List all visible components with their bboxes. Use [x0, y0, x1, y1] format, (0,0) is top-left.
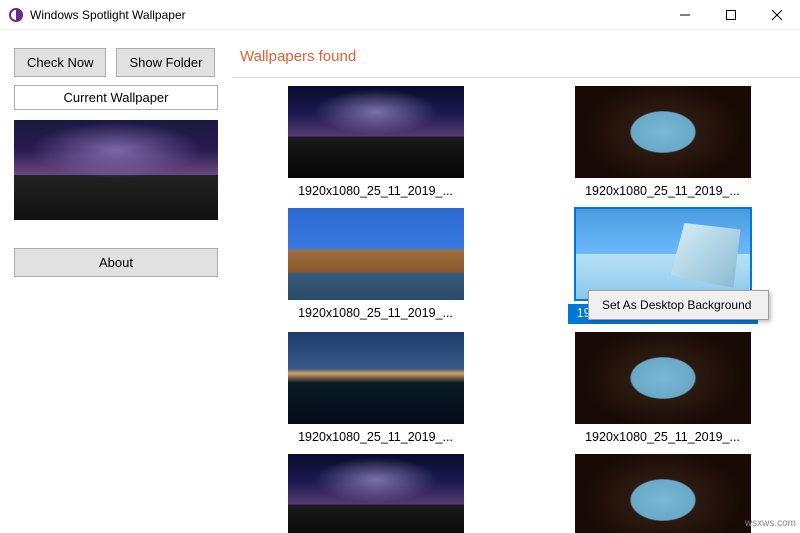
wallpaper-filename: 1920x1080_25_11_2019_...: [568, 182, 758, 200]
check-now-button[interactable]: Check Now: [14, 48, 106, 77]
about-button[interactable]: About: [14, 248, 218, 277]
wallpaper-item[interactable]: 1920x1080_25_11_2019_...: [527, 332, 798, 446]
window-title: Windows Spotlight Wallpaper: [30, 8, 662, 22]
wallpaper-thumbnail[interactable]: [575, 86, 751, 178]
wallpaper-thumbnail[interactable]: [575, 454, 751, 533]
wallpaper-filename: 1920x1080_25_11_2019_...: [568, 428, 758, 446]
wallpaper-thumbnail[interactable]: [575, 332, 751, 424]
show-folder-button[interactable]: Show Folder: [116, 48, 215, 77]
sidebar: Check Now Show Folder Current Wallpaper …: [0, 30, 232, 533]
wallpaper-thumbnail[interactable]: [288, 86, 464, 178]
context-menu: Set As Desktop Background: [588, 290, 769, 320]
wallpapers-found-heading: Wallpapers found: [232, 48, 800, 65]
wallpaper-thumbnail[interactable]: [288, 454, 464, 533]
wallpaper-filename: 1920x1080_25_11_2019_...: [281, 182, 471, 200]
wallpaper-filename: 1920x1080_25_11_2019_...: [281, 428, 471, 446]
maximize-button[interactable]: [708, 0, 754, 30]
watermark: wsxws.com: [745, 518, 796, 529]
wallpaper-item[interactable]: 1920x1080_25_11_2019_...: [527, 86, 798, 200]
minimize-button[interactable]: [662, 0, 708, 30]
wallpaper-item[interactable]: 1920x1080_25_11_2019_...: [240, 332, 511, 446]
main-panel: Wallpapers found 1920x1080_25_11_2019_..…: [232, 30, 800, 533]
wallpaper-item[interactable]: 1920x1080_25_11_2019_...: [240, 208, 511, 324]
wallpaper-thumbnail[interactable]: [288, 332, 464, 424]
titlebar: Windows Spotlight Wallpaper: [0, 0, 800, 30]
current-wallpaper-button[interactable]: Current Wallpaper: [14, 85, 218, 110]
wallpaper-filename: 1920x1080_25_11_2019_...: [281, 304, 471, 322]
app-icon: [8, 7, 24, 23]
wallpaper-thumbnail[interactable]: [288, 208, 464, 300]
wallpaper-thumbnail[interactable]: [575, 208, 751, 300]
set-as-desktop-background-item[interactable]: Set As Desktop Background: [590, 294, 767, 316]
content: Check Now Show Folder Current Wallpaper …: [0, 30, 800, 533]
current-wallpaper-preview: [14, 120, 218, 220]
wallpaper-item[interactable]: 1920x1080_25_11_2019_...: [240, 86, 511, 200]
close-button[interactable]: [754, 0, 800, 30]
wallpaper-item[interactable]: [240, 454, 511, 533]
